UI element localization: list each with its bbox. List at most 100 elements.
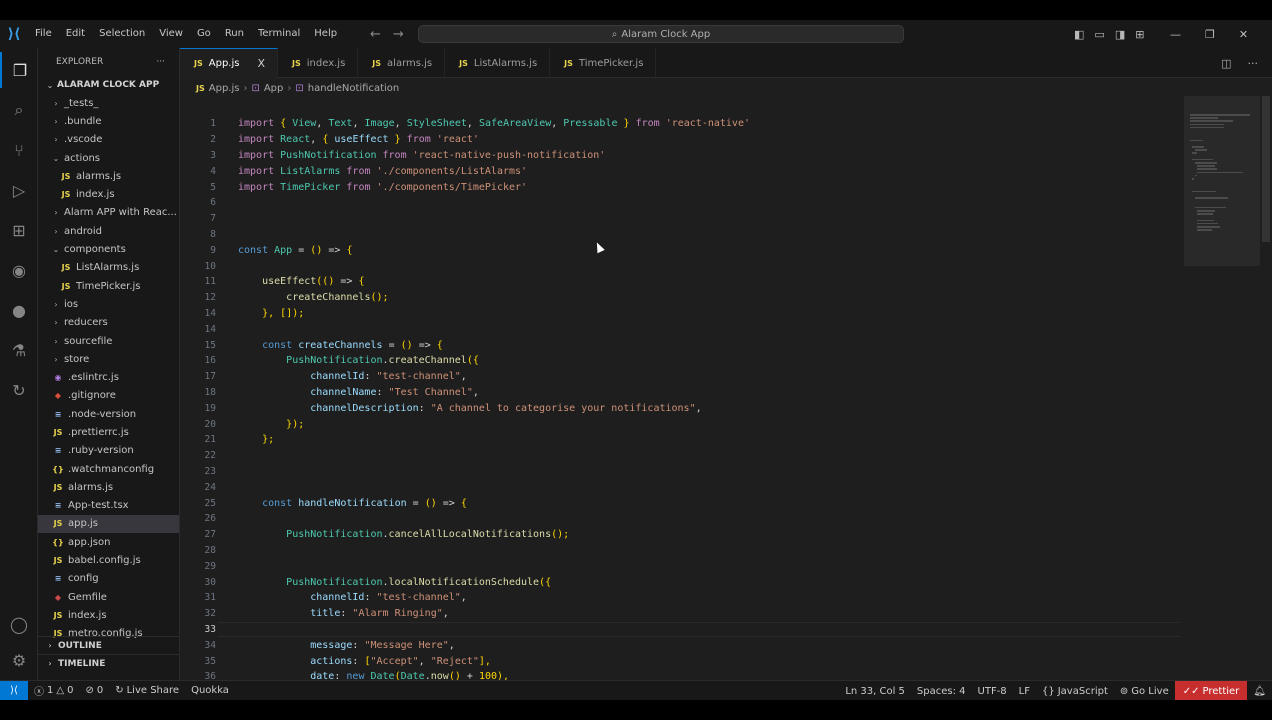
tab-timepicker-js[interactable]: JS TimePicker.js [550, 48, 657, 78]
tree-folder[interactable]: › .vscode [38, 131, 179, 149]
extensions-icon[interactable]: ⊞ [0, 212, 38, 248]
remote-indicator-icon[interactable]: ⟩⟨ [0, 680, 28, 700]
command-center-search[interactable]: ⌕ Alaram Clock App [418, 25, 904, 43]
encoding[interactable]: UTF-8 [972, 686, 1013, 697]
testing-icon[interactable]: ⚗ [0, 332, 38, 368]
tree-file[interactable]: JS index.js [38, 185, 179, 203]
live-share-activity-icon[interactable]: ↻ [0, 372, 38, 408]
tree-folder[interactable]: › android [38, 222, 179, 240]
tree-file[interactable]: JS alarms.js [38, 478, 179, 496]
code-text: channelId: "test-channel", [310, 371, 467, 383]
tree-file[interactable]: ◉ .eslintrc.js [38, 368, 179, 386]
tab-listalarms-js[interactable]: JS ListAlarms.js [445, 48, 551, 78]
tree-file[interactable]: {} .watchmanconfig [38, 460, 179, 478]
close-tab-icon[interactable]: X [257, 57, 265, 70]
github-icon[interactable]: ● [0, 292, 38, 328]
source-control-icon[interactable]: ⑂ [0, 132, 38, 168]
outline-section[interactable]: › OUTLINE [38, 636, 179, 654]
tree-folder[interactable]: ⌄ actions [38, 149, 179, 167]
customize-layout-icon[interactable]: ⊞ [1135, 28, 1144, 41]
more-actions-icon[interactable]: ··· [156, 57, 165, 67]
tree-folder[interactable]: › _tests_ [38, 94, 179, 112]
workspace-root[interactable]: ⌄ ALARAM CLOCK APP [38, 76, 179, 94]
toggle-primary-sidebar-icon[interactable]: ◧ [1074, 28, 1084, 41]
chevron-right-icon: › [54, 336, 58, 346]
tree-file[interactable]: ◆ .gitignore [38, 387, 179, 405]
tree-folder[interactable]: › .bundle [38, 112, 179, 130]
toggle-secondary-sidebar-icon[interactable]: ◨ [1115, 28, 1125, 41]
forward-arrow-icon[interactable]: → [393, 27, 404, 42]
eq-file-icon: ≡ [54, 409, 62, 419]
restore-icon[interactable]: ❐ [1205, 28, 1215, 41]
minimap[interactable] [1184, 96, 1260, 680]
tree-folder[interactable]: › Alarm APP with Reac... [38, 204, 179, 222]
tree-file[interactable]: JS .prettierrc.js [38, 423, 179, 441]
tree-folder[interactable]: › sourcefile [38, 332, 179, 350]
timeline-section[interactable]: › TIMELINE [38, 654, 179, 672]
code-line: 10 [180, 258, 1180, 274]
menu-item-selection[interactable]: Selection [92, 20, 152, 48]
tab-alarms-js[interactable]: JS alarms.js [358, 48, 446, 78]
minimize-icon[interactable]: — [1170, 28, 1181, 41]
manage-gear-icon[interactable]: ⚙ [0, 642, 38, 678]
tree-file[interactable]: JS TimePicker.js [38, 277, 179, 295]
tab-app-js[interactable]: JS App.js X [180, 48, 278, 78]
menu-item-terminal[interactable]: Terminal [251, 20, 307, 48]
line-number: 25 [204, 497, 216, 509]
toggle-panel-icon[interactable]: ▭ [1094, 28, 1104, 41]
menu-item-run[interactable]: Run [218, 20, 251, 48]
tree-file[interactable]: JS index.js [38, 606, 179, 624]
language-mode[interactable]: {} JavaScript [1036, 686, 1114, 697]
go-live-button[interactable]: ⊚ Go Live [1114, 686, 1175, 697]
indentation[interactable]: Spaces: 4 [911, 686, 972, 697]
menu-item-view[interactable]: View [152, 20, 190, 48]
line-ending[interactable]: LF [1013, 686, 1036, 697]
close-window-icon[interactable]: ✕ [1239, 28, 1248, 41]
breadcrumb-file[interactable]: App.js [209, 83, 240, 94]
back-arrow-icon[interactable]: ← [370, 27, 381, 42]
tree-item-label: config [68, 573, 99, 585]
cursor-position[interactable]: Ln 33, Col 5 [839, 686, 911, 697]
tree-file[interactable]: ≡ .ruby-version [38, 442, 179, 460]
code-line: 15 const createChannels = () => { [180, 337, 1180, 353]
split-editor-icon[interactable]: ◫ [1221, 57, 1231, 70]
vertical-scrollbar[interactable] [1262, 96, 1270, 242]
quokka-button[interactable]: Quokka [185, 685, 235, 696]
tab-index-js[interactable]: JS index.js [278, 48, 359, 78]
tree-file[interactable]: ≡ config [38, 570, 179, 588]
code-line: 11 useEffect(() => { [180, 274, 1180, 290]
menu-item-file[interactable]: File [28, 20, 59, 48]
more-actions-icon[interactable]: ··· [1248, 57, 1259, 70]
breadcrumb-symbol[interactable]: App [264, 83, 284, 94]
tree-file[interactable]: ◆ Gemfile [38, 588, 179, 606]
code-editor[interactable]: 1 import { View, Text, Image, StyleSheet,… [180, 96, 1180, 680]
tree-folder[interactable]: ⌄ components [38, 240, 179, 258]
tree-file[interactable]: ≡ App-test.tsx [38, 497, 179, 515]
chevron-right-icon: › [54, 135, 58, 145]
remote-explorer-icon[interactable]: ◉ [0, 252, 38, 288]
js-file-icon: JS [61, 263, 71, 273]
ruby-file-icon: ◆ [54, 592, 62, 602]
tree-file[interactable]: ≡ .node-version [38, 405, 179, 423]
menu-item-help[interactable]: Help [307, 20, 344, 48]
problems-indicator[interactable]: ⓧ 1 △ 0 [28, 683, 79, 698]
run-debug-icon[interactable]: ▷ [0, 172, 38, 208]
tree-file[interactable]: JS ListAlarms.js [38, 259, 179, 277]
prettier-button[interactable]: ✓✓ Prettier [1174, 681, 1248, 700]
tree-folder[interactable]: › reducers [38, 314, 179, 332]
tree-folder[interactable]: › store [38, 350, 179, 368]
accounts-icon[interactable]: ◯ [0, 606, 38, 642]
live-share-button[interactable]: ↻ Live Share [109, 685, 185, 696]
explorer-icon[interactable]: ❐ [0, 52, 38, 88]
ports-indicator[interactable]: ⊘ 0 [79, 685, 109, 696]
notifications-button[interactable]: 🔔︎ [1247, 686, 1272, 697]
tree-file[interactable]: {} app.json [38, 533, 179, 551]
tree-file[interactable]: JS app.js [38, 514, 179, 534]
breadcrumb-function[interactable]: handleNotification [308, 83, 399, 94]
tree-file[interactable]: JS babel.config.js [38, 551, 179, 569]
tree-file[interactable]: JS alarms.js [38, 167, 179, 185]
menu-item-edit[interactable]: Edit [59, 20, 92, 48]
tree-folder[interactable]: › ios [38, 295, 179, 313]
menu-item-go[interactable]: Go [190, 20, 218, 48]
search-activity-icon[interactable]: ⌕ [0, 92, 38, 128]
